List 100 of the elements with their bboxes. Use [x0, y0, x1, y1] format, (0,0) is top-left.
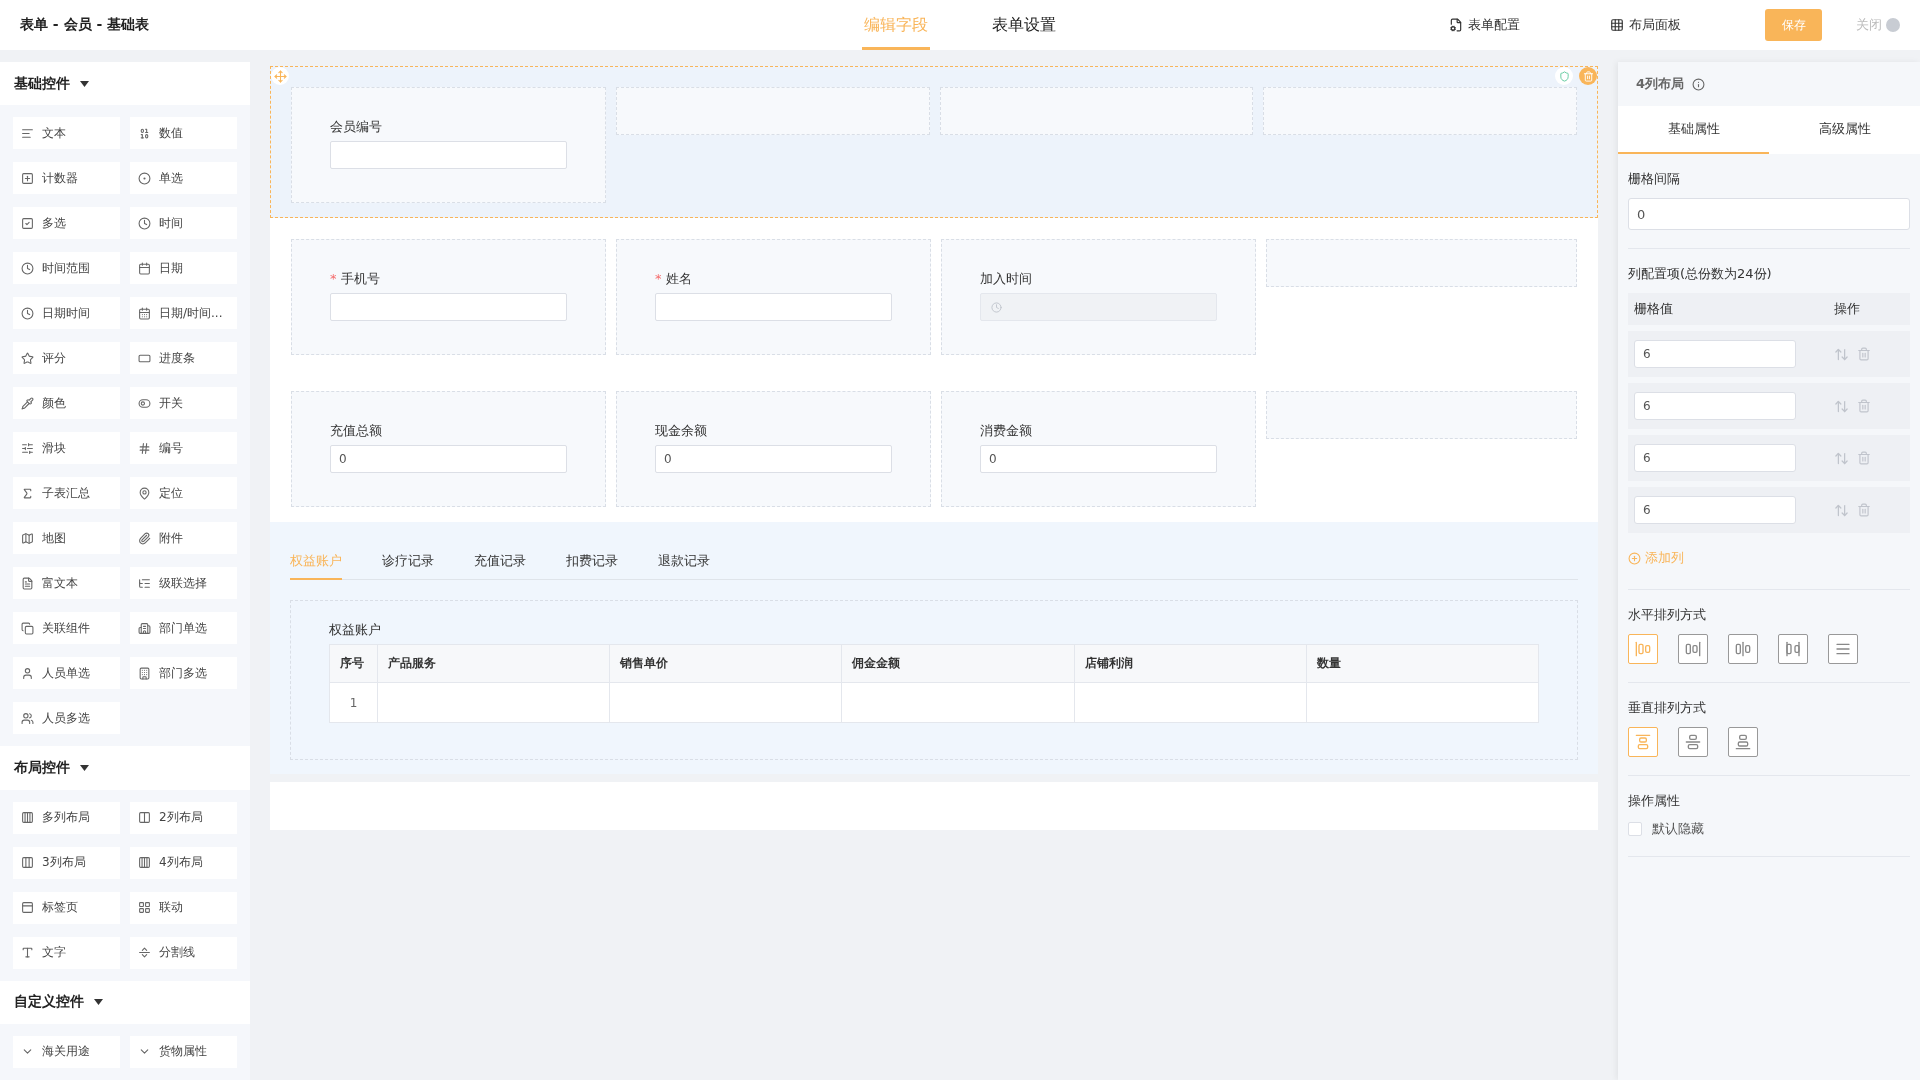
- widget-item[interactable]: 2列布局: [130, 801, 237, 834]
- widget-item[interactable]: 分割线: [130, 936, 237, 969]
- span-field[interactable]: 6: [1634, 392, 1796, 420]
- gutter-field[interactable]: 0: [1628, 198, 1910, 230]
- checkbox[interactable]: [1628, 822, 1642, 836]
- empty-column-card[interactable]: [939, 87, 1254, 135]
- shield-icon[interactable]: [1555, 67, 1573, 85]
- widget-item[interactable]: 联动: [130, 891, 237, 924]
- widget-item[interactable]: 多列布局: [13, 801, 120, 834]
- sort-icon[interactable]: [1834, 346, 1849, 362]
- sort-icon[interactable]: [1834, 502, 1849, 518]
- align-button[interactable]: [1728, 634, 1758, 664]
- widget-item[interactable]: 编号: [130, 432, 237, 465]
- field-card[interactable]: * 手机号: [291, 239, 606, 355]
- align-button[interactable]: [1678, 634, 1708, 664]
- widget-item[interactable]: 3列布局: [13, 846, 120, 879]
- align-button[interactable]: [1678, 727, 1708, 757]
- input-field[interactable]: [330, 293, 567, 321]
- span-field[interactable]: 6: [1634, 340, 1796, 368]
- widget-item[interactable]: 部门多选: [130, 657, 237, 690]
- field-card[interactable]: 会员编号: [291, 87, 606, 203]
- widget-item[interactable]: 关联组件: [13, 612, 120, 645]
- widget-item[interactable]: 文本: [13, 117, 120, 150]
- widget-item[interactable]: 数值: [130, 117, 237, 150]
- field-card[interactable]: 加入时间: [941, 239, 1256, 355]
- widget-item[interactable]: 日期: [130, 252, 237, 285]
- field-card[interactable]: 消费金额 0: [941, 391, 1256, 507]
- header-tab[interactable]: 表单设置: [990, 0, 1058, 50]
- delete-icon[interactable]: [1857, 346, 1871, 361]
- widget-item[interactable]: 子表汇总: [13, 477, 120, 510]
- delete-icon[interactable]: [1857, 450, 1871, 465]
- widget-item[interactable]: 开关: [130, 387, 237, 420]
- widget-item[interactable]: 附件: [130, 522, 237, 555]
- record-tab[interactable]: 充值记录: [474, 552, 526, 580]
- layout-block[interactable]: * 手机号 * 姓名 加入时间: [270, 218, 1598, 370]
- sort-icon[interactable]: [1834, 450, 1849, 466]
- widget-item[interactable]: 颜色: [13, 387, 120, 420]
- section-header[interactable]: 自定义控件: [0, 980, 250, 1024]
- align-button[interactable]: [1628, 634, 1658, 664]
- delete-icon[interactable]: [1579, 67, 1597, 85]
- grid-icon: [138, 901, 151, 915]
- toolbar-button[interactable]: 布局面板: [1604, 15, 1687, 35]
- widget-item[interactable]: 标签页: [13, 891, 120, 924]
- widget-item[interactable]: 评分: [13, 342, 120, 375]
- empty-column-card[interactable]: [616, 87, 930, 135]
- align-button[interactable]: [1728, 727, 1758, 757]
- widget-item[interactable]: 定位: [130, 477, 237, 510]
- widget-item[interactable]: 多选: [13, 207, 120, 240]
- calendar-icon: [138, 261, 151, 275]
- input-field[interactable]: 0: [330, 445, 567, 473]
- widget-item[interactable]: 时间: [130, 207, 237, 240]
- empty-column-card[interactable]: [1266, 239, 1577, 287]
- widget-item[interactable]: 人员多选: [13, 702, 120, 735]
- align-button[interactable]: [1778, 634, 1808, 664]
- span-field[interactable]: 6: [1634, 444, 1796, 472]
- align-button[interactable]: [1828, 634, 1858, 664]
- field-card[interactable]: * 姓名: [616, 239, 931, 355]
- grid-icon: [1610, 18, 1624, 32]
- field-card[interactable]: 现金余额 0: [616, 391, 931, 507]
- info-icon[interactable]: [1692, 77, 1706, 91]
- date-field[interactable]: [980, 293, 1217, 321]
- widget-item[interactable]: 部门单选: [130, 612, 237, 645]
- widget-item[interactable]: 文字: [13, 936, 120, 969]
- sort-icon[interactable]: [1834, 398, 1849, 414]
- delete-icon[interactable]: [1857, 502, 1871, 517]
- field-label: * 手机号: [330, 270, 381, 288]
- section-header[interactable]: 布局控件: [0, 746, 250, 790]
- section-header[interactable]: 基础控件: [0, 62, 250, 106]
- widget-item[interactable]: 进度条: [130, 342, 237, 375]
- toolbar-button[interactable]: 表单配置: [1443, 15, 1526, 35]
- span-field[interactable]: 6: [1634, 496, 1796, 524]
- empty-column-card[interactable]: [1266, 391, 1577, 439]
- align-button[interactable]: [1628, 727, 1658, 757]
- widget-item[interactable]: 滑块: [13, 432, 120, 465]
- widget-item[interactable]: 级联选择: [130, 567, 237, 600]
- widget-item[interactable]: 富文本: [13, 567, 120, 600]
- widget-item[interactable]: 货物属性: [130, 1036, 237, 1068]
- widget-item[interactable]: 地图: [13, 522, 120, 555]
- input-field[interactable]: 0: [655, 445, 892, 473]
- widget-item[interactable]: 日期/时间...: [130, 297, 237, 330]
- empty-column-card[interactable]: [1263, 87, 1577, 135]
- widget-item[interactable]: 计数器: [13, 162, 120, 195]
- layout-block[interactable]: 充值总额 0 现金余额 0 消费金额 0: [270, 370, 1598, 522]
- widget-item[interactable]: 海关用途: [13, 1036, 120, 1068]
- record-tab[interactable]: 扣费记录: [566, 552, 618, 580]
- record-tab[interactable]: 退款记录: [658, 552, 710, 580]
- move-arrows-icon: [273, 69, 287, 83]
- input-field[interactable]: [330, 141, 567, 169]
- widget-item[interactable]: 日期时间: [13, 297, 120, 330]
- widget-item[interactable]: 4列布局: [130, 846, 237, 879]
- move-icon[interactable]: [271, 67, 289, 85]
- input-field[interactable]: 0: [980, 445, 1217, 473]
- record-tab[interactable]: 诊疗记录: [382, 552, 434, 580]
- delete-icon[interactable]: [1857, 398, 1871, 413]
- field-card[interactable]: 充值总额 0: [291, 391, 606, 507]
- selected-layout-block[interactable]: 会员编号: [270, 66, 1598, 218]
- widget-item[interactable]: 时间范围: [13, 252, 120, 285]
- widget-item[interactable]: 单选: [130, 162, 237, 195]
- input-field[interactable]: [655, 293, 892, 321]
- widget-item[interactable]: 人员单选: [13, 657, 120, 690]
